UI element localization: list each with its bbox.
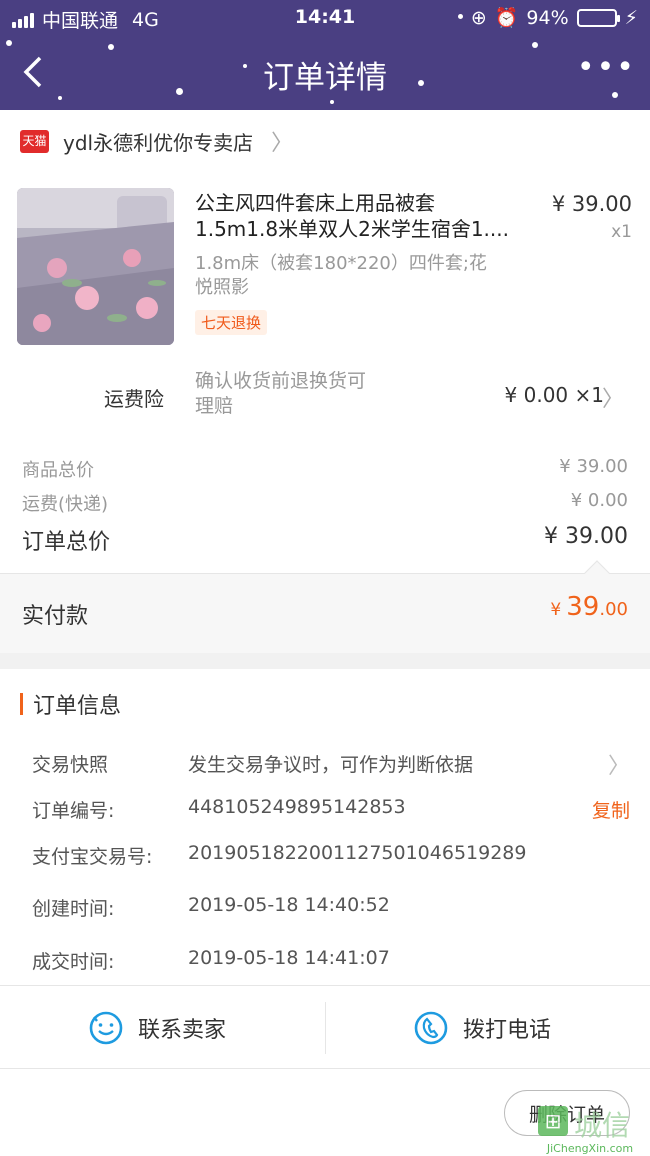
accent-bar (20, 693, 23, 715)
alipay-value: 2019051822001127501046519289 (188, 842, 527, 864)
insurance-desc-line: 确认收货前退换货可 (195, 370, 367, 392)
product-qty: x1 (611, 222, 632, 242)
phone-icon (414, 1011, 448, 1045)
contact-bar: 联系卖家 拨打电话 (0, 985, 650, 1069)
more-dots-icon: ••• (576, 50, 636, 85)
payment-currency: ¥ (550, 600, 562, 620)
deal-time-label: 成交时间: (32, 951, 115, 973)
chevron-right-icon: 〉 (601, 387, 624, 412)
charging-icon: ⚡ (624, 6, 638, 29)
alipay-label: 支付宝交易号: (32, 846, 153, 868)
goods-total-value: ¥ 39.00 (559, 456, 628, 477)
insurance-label: 运费险 (104, 387, 164, 411)
order-number-value: 448105249895142853 (188, 796, 406, 818)
product-title-line: 1.5m1.8米单双人2米学生宿舍1.... (195, 217, 509, 241)
alipay-row: 支付宝交易号: 2019051822001127501046519289 (32, 842, 630, 870)
chat-face-icon (89, 1011, 123, 1045)
deal-time-row: 成交时间: 2019-05-18 14:41:07 (32, 947, 630, 975)
call-phone-button[interactable]: 拨打电话 (413, 986, 551, 1070)
goods-total-row: 商品总价 ¥ 39.00 (22, 456, 628, 482)
contact-seller-button[interactable]: 联系卖家 (88, 986, 226, 1070)
product-item[interactable]: 公主风四件套床上用品被套 1.5m1.8米单双人2米学生宿舍1.... 1.8m… (0, 186, 650, 351)
snow-dot (6, 40, 12, 46)
order-info-title: 订单信息 (33, 694, 122, 719)
battery-icon (576, 8, 620, 27)
status-bar: 中国联通 4G 14:41 ⊕ ⏰ 94% ⚡ (0, 6, 650, 32)
bedding-image (17, 188, 174, 345)
shipping-insurance-row[interactable]: 运费险 确认收货前退换货可 理赔 ¥ 0.00 ×1 〉 (0, 365, 650, 425)
more-button[interactable]: ••• (577, 50, 636, 85)
snow-dot (532, 42, 538, 48)
insurance-desc: 确认收货前退换货可 理赔 (195, 369, 415, 419)
copy-button[interactable]: 复制 (592, 796, 630, 823)
product-price: ¥ 39.00 (551, 192, 632, 216)
created-time-value: 2019-05-18 14:40:52 (188, 894, 390, 916)
watermark-logo: ⊞ 城信 JiChengXin.com (530, 1104, 650, 1156)
notch-decoration (584, 560, 610, 586)
insurance-price: ¥ 0.00 ×1 (504, 383, 604, 407)
payment-decimal: .00 (599, 599, 628, 620)
order-total-value: ¥ 39.00 (544, 524, 628, 549)
watermark-url: JiChengXin.com (546, 1142, 634, 1155)
chevron-right-icon: 〉 (607, 754, 630, 779)
battery-percent: 94% (526, 6, 569, 29)
goods-total-label: 商品总价 (22, 460, 94, 481)
section-divider (0, 653, 650, 669)
order-total-label: 订单总价 (22, 530, 111, 555)
snapshot-value: 发生交易争议时，可作为判断依据 (188, 754, 474, 776)
product-sku: 1.8m床（被套180*220）四件套;花 悦照影 (195, 252, 530, 300)
payment-label: 实付款 (22, 604, 89, 629)
order-number-row: 订单编号: 448105249895142853 复制 (32, 796, 630, 824)
actual-payment-row: 实付款 ¥ 39.00 (0, 560, 650, 653)
alarm-icon: ⏰ (494, 7, 519, 29)
return-tag: 七天退换 (195, 310, 268, 335)
snow-dot (330, 100, 334, 104)
chevron-right-icon: 〉 (271, 131, 294, 156)
watermark-box: ⊞ (538, 1106, 568, 1136)
tmall-badge: 天猫 (20, 129, 49, 153)
created-time-row: 创建时间: 2019-05-18 14:40:52 (32, 894, 630, 922)
order-total-row: 订单总价 ¥ 39.00 (22, 524, 628, 556)
product-image (17, 188, 174, 345)
deal-time-value: 2019-05-18 14:41:07 (188, 947, 390, 969)
shop-name: ydl永德利优你专卖店 (63, 130, 254, 155)
order-info-header: 订单信息 (20, 688, 121, 720)
payment-amount: ¥ 39.00 (550, 592, 628, 622)
snapshot-label: 交易快照 (32, 754, 109, 776)
created-time-label: 创建时间: (32, 898, 115, 920)
shipping-value: ¥ 0.00 (570, 490, 628, 511)
contact-seller-label: 联系卖家 (138, 1018, 227, 1043)
header: 中国联通 4G 14:41 ⊕ ⏰ 94% ⚡ 订单详情 ••• (0, 0, 650, 110)
order-number-label: 订单编号: (32, 800, 115, 822)
shop-row[interactable]: 天猫 ydl永德利优你专卖店 〉 (0, 110, 650, 172)
sku-line: 悦照影 (195, 277, 249, 298)
payment-integer: 39 (566, 592, 600, 622)
snapshot-row[interactable]: 交易快照 发生交易争议时，可作为判断依据 〉 (32, 750, 630, 779)
watermark-text: 城信 (574, 1109, 631, 1142)
snow-dot (108, 44, 114, 50)
divider (325, 1002, 326, 1054)
product-title-line: 公主风四件套床上用品被套 (195, 191, 435, 215)
shipping-label: 运费(快递) (22, 494, 109, 515)
lock-rotation-icon: ⊕ (470, 6, 487, 29)
product-title: 公主风四件套床上用品被套 1.5m1.8米单双人2米学生宿舍1.... (195, 190, 535, 242)
page-title: 订单详情 (263, 60, 387, 96)
call-phone-label: 拨打电话 (463, 1018, 552, 1043)
shipping-row: 运费(快递) ¥ 0.00 (22, 490, 628, 516)
insurance-desc-line: 理赔 (195, 395, 234, 417)
sku-line: 1.8m床（被套180*220）四件套;花 (195, 253, 487, 274)
